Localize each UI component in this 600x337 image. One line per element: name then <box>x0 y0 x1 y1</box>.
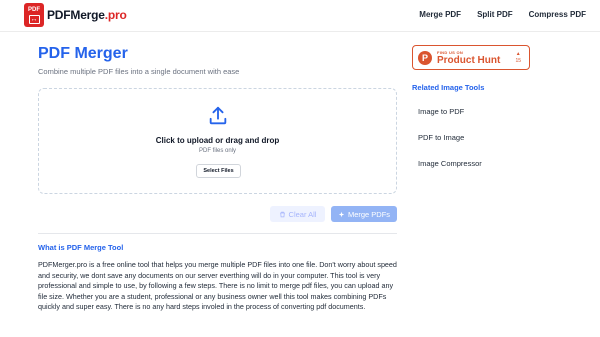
upvote-count: ▲ 15 <box>515 51 521 65</box>
pdf-logo-icon: PDF ↔ <box>24 3 44 27</box>
upvote-arrow-icon: ▲ <box>515 51 521 57</box>
sidebar-link-image-to-pdf[interactable]: Image to PDF <box>418 107 464 116</box>
top-nav: Merge PDF Split PDF Compress PDF <box>419 10 586 19</box>
about-paragraph: PDFMerger.pro is a free online tool that… <box>38 260 397 312</box>
logo-text: PDFMerge.pro <box>47 8 127 22</box>
sparkle-icon <box>338 211 345 217</box>
logo-badge-arrows: ↔ <box>28 15 40 24</box>
upload-icon <box>209 106 227 125</box>
nav-merge-pdf[interactable]: Merge PDF <box>419 10 461 19</box>
site-header: PDF ↔ PDFMerge.pro Merge PDF Split PDF C… <box>0 0 600 32</box>
nav-split-pdf[interactable]: Split PDF <box>477 10 513 19</box>
logo-suffix: .pro <box>104 8 127 22</box>
section-divider <box>38 233 397 234</box>
merge-pdfs-button[interactable]: Merge PDFs <box>331 206 397 222</box>
nav-compress-pdf[interactable]: Compress PDF <box>529 10 586 19</box>
product-hunt-name: Product Hunt <box>437 55 501 66</box>
page-title: PDF Merger <box>38 45 128 62</box>
page-subtitle: Combine multiple PDF files into a single… <box>38 67 240 76</box>
logo-badge-text: PDF <box>28 7 40 13</box>
product-hunt-icon: P <box>418 51 432 65</box>
dropzone-hint: PDF files only <box>198 148 236 154</box>
upvote-number: 15 <box>515 58 521 64</box>
about-heading: What is PDF Merge Tool <box>38 243 124 252</box>
select-files-button[interactable]: Select Files <box>196 164 241 178</box>
clear-all-label: Clear All <box>288 209 317 219</box>
sidebar-link-image-compressor[interactable]: Image Compressor <box>418 159 482 168</box>
related-tools-heading: Related Image Tools <box>412 83 485 92</box>
product-hunt-badge[interactable]: P FIND US ON Product Hunt ▲ 15 <box>412 45 530 70</box>
upload-dropzone[interactable]: Click to upload or drag and drop PDF fil… <box>38 88 397 194</box>
merge-pdfs-label: Merge PDFs <box>347 209 391 219</box>
sidebar-link-pdf-to-image[interactable]: PDF to Image <box>418 133 464 142</box>
trash-icon <box>279 211 285 217</box>
site-logo[interactable]: PDF ↔ PDFMerge.pro <box>24 3 127 27</box>
logo-name: PDFMerge <box>47 8 105 22</box>
clear-all-button[interactable]: Clear All <box>270 206 325 222</box>
dropzone-title: Click to upload or drag and drop <box>155 136 280 145</box>
